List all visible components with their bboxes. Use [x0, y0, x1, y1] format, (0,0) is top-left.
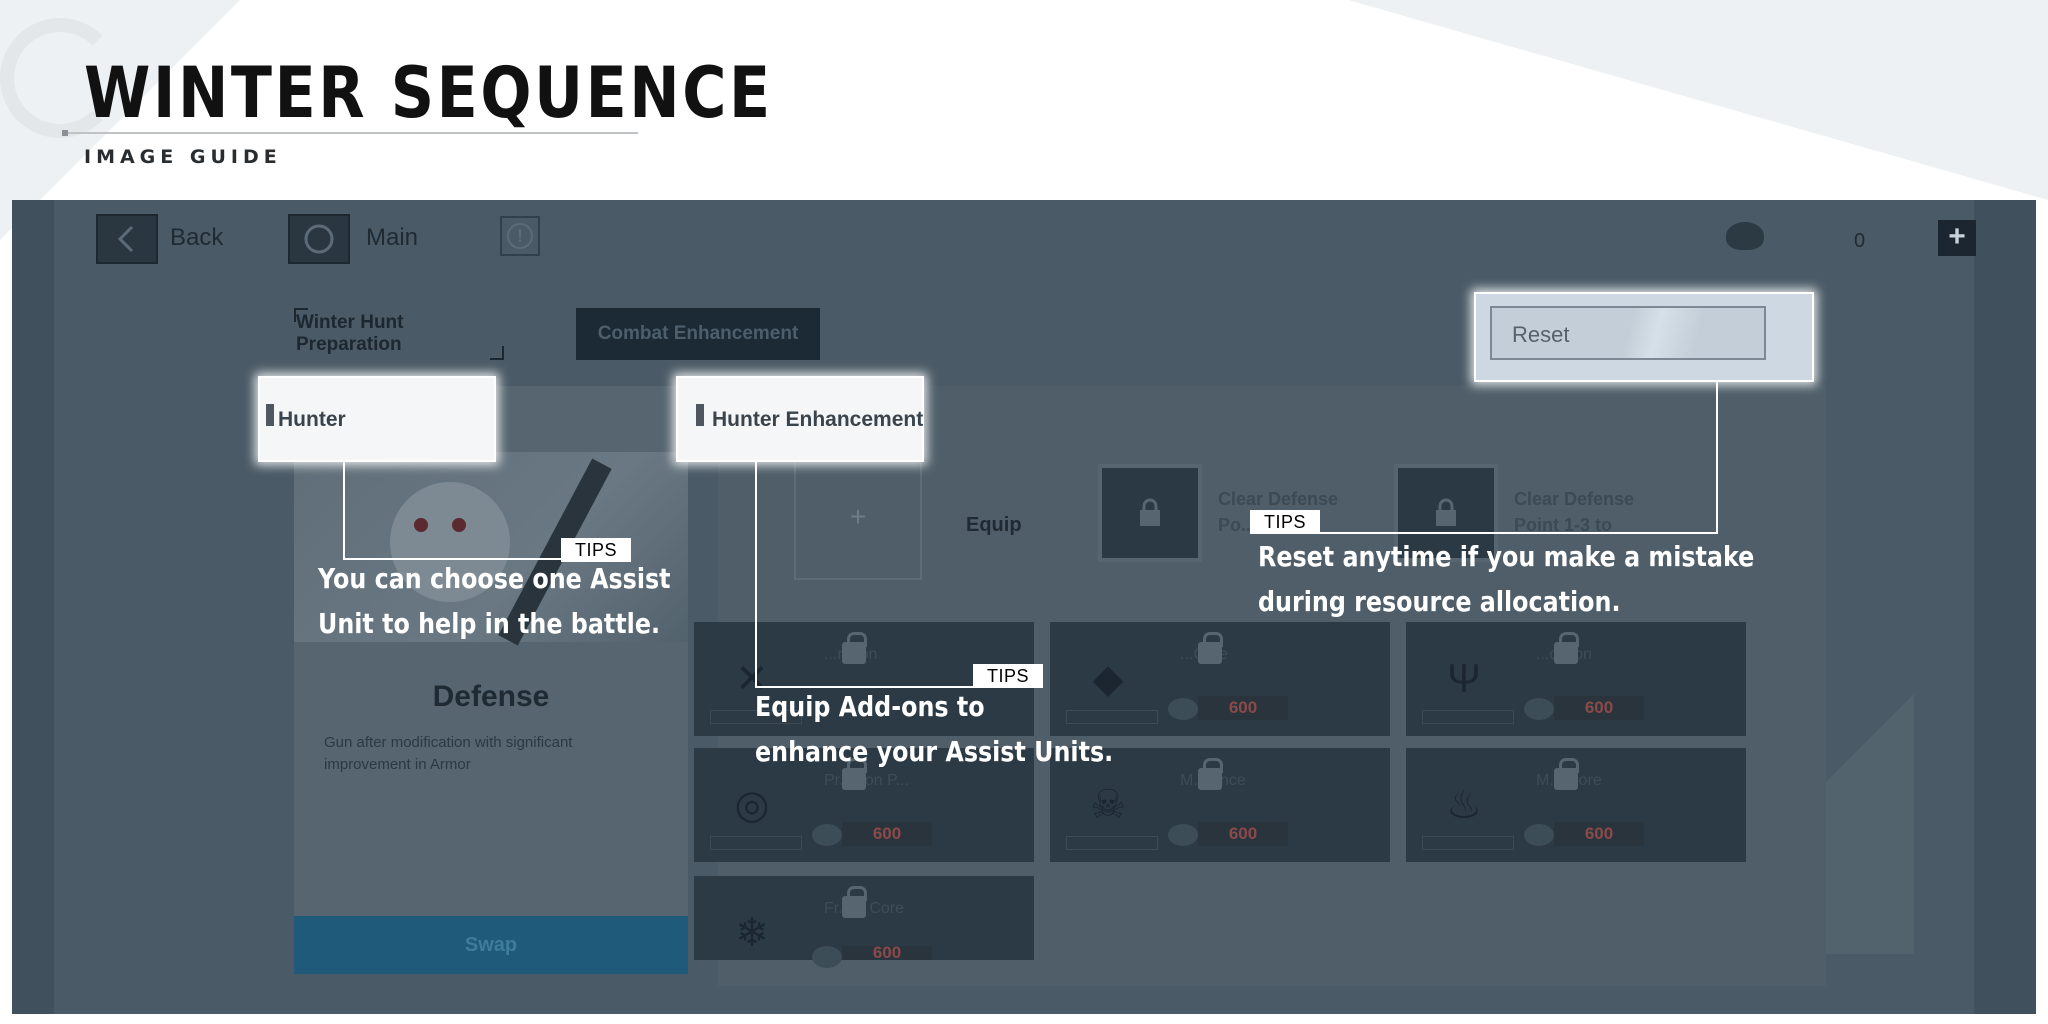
page-subtitle: IMAGE GUIDE [84, 146, 282, 168]
tip-line: You can choose one Assist [318, 562, 671, 595]
snowflake-icon: ❄ [735, 911, 769, 955]
addon-cost: 600 [1554, 696, 1644, 720]
addon-level-bar [710, 836, 802, 850]
target-icon: ◎ [734, 783, 770, 827]
addon-level-bar [1422, 710, 1514, 724]
chevron-left-icon [117, 225, 134, 253]
circle-icon [304, 224, 334, 254]
hunter-enhancement-section-label: Hunter Enhancement [712, 408, 924, 431]
flame-icon: ♨ [1446, 783, 1482, 827]
callout-line [343, 462, 345, 560]
addon-cost: 600 [842, 822, 932, 846]
unit-description: Gun after modification with significant … [324, 734, 573, 773]
equip-slot[interactable]: + [794, 454, 922, 580]
tip-line: enhance your Assist Units. [755, 735, 1114, 768]
exclamation-icon: ! [507, 223, 533, 249]
tip-line: Equip Add-ons to [755, 690, 985, 723]
skull-icon: ☠ [1090, 783, 1126, 827]
tip-text: You can choose one Assist Unit to help i… [318, 556, 671, 646]
hunter-panel: Defense Gun after modification with sign… [294, 386, 688, 974]
lock-icon [1140, 498, 1160, 526]
callout-line [755, 462, 757, 688]
main-label[interactable]: Main [366, 224, 418, 252]
hunter-eye [414, 518, 428, 532]
section-marker [696, 404, 704, 426]
addon-level-bar [1066, 836, 1158, 850]
coin-icon [812, 824, 842, 846]
addon-cost: 600 [1198, 822, 1288, 846]
plus-icon: + [1948, 220, 1966, 253]
reset-label: Reset [1512, 322, 1570, 347]
tip-line: Reset anytime if you make a mistake [1258, 540, 1755, 573]
coin-icon [1168, 824, 1198, 846]
tip-text: Reset anytime if you make a mistake duri… [1258, 534, 1754, 624]
lock-icon [1436, 498, 1456, 526]
main-button[interactable] [288, 214, 350, 264]
page-title: WINTER SEQUENCE [84, 52, 773, 134]
tab-winter-hunt-preparation[interactable]: Winter Hunt Preparation [294, 308, 504, 360]
callout-line [1716, 382, 1718, 534]
hunter-eye [452, 518, 466, 532]
tip-line: Unit to help in the battle. [318, 607, 661, 640]
hunter-highlight: Hunter [258, 376, 496, 462]
addon-card[interactable]: Ψ ...cation 600 [1406, 622, 1746, 736]
locked-slot[interactable] [1098, 464, 1202, 562]
lock-icon [842, 886, 867, 918]
reset-highlight: Reset [1474, 292, 1814, 382]
lock-icon [842, 632, 867, 664]
lock-icon [1198, 632, 1223, 664]
addon-card[interactable]: ♨ M... Core 600 [1406, 748, 1746, 862]
title-divider-dot [62, 130, 68, 136]
equip-label: Equip [966, 514, 1022, 536]
coin-icon [812, 946, 842, 968]
coin-icon [1168, 698, 1198, 720]
addon-level-bar [1422, 836, 1514, 850]
addon-cost: 600 [1198, 696, 1288, 720]
add-resource-button[interactable]: + [1938, 220, 1976, 256]
lock-icon [1198, 758, 1223, 790]
lock-icon [1554, 758, 1579, 790]
addon-card[interactable]: ❄ Fr... g Core 600 [694, 876, 1034, 968]
reset-button[interactable]: Reset [1490, 306, 1766, 360]
resource-icon [1726, 222, 1764, 250]
trident-icon: Ψ [1447, 657, 1481, 701]
tip-text: Equip Add-ons to enhance your Assist Uni… [755, 684, 1113, 774]
coin-icon [1524, 824, 1554, 846]
swap-button[interactable]: Swap [294, 916, 688, 974]
resource-count: 0 [1854, 230, 1866, 252]
header-bg-right [1348, 0, 2048, 200]
tips-tag: TIPS [1250, 510, 1320, 534]
addon-name: Pr... tion P... [824, 772, 910, 789]
plus-icon: + [849, 501, 867, 532]
lock-icon [1554, 632, 1579, 664]
section-marker [266, 404, 274, 426]
locked-slot-text: Clear Defense Point 1-3 to [1514, 489, 1635, 535]
unit-name: Defense [432, 680, 550, 713]
addon-cost: 600 [842, 946, 932, 960]
hunter-enhancement-highlight: Hunter Enhancement [676, 376, 924, 462]
tip-line: during resource allocation. [1258, 585, 1621, 618]
hunter-section-label: Hunter [278, 408, 346, 431]
title-divider [64, 132, 638, 134]
back-label[interactable]: Back [170, 224, 223, 252]
back-button[interactable] [96, 214, 158, 264]
coin-icon [1524, 698, 1554, 720]
addon-cost: 600 [1554, 822, 1644, 846]
tab-combat-enhancement[interactable]: Combat Enhancement [576, 308, 820, 360]
info-button[interactable]: ! [500, 216, 540, 256]
